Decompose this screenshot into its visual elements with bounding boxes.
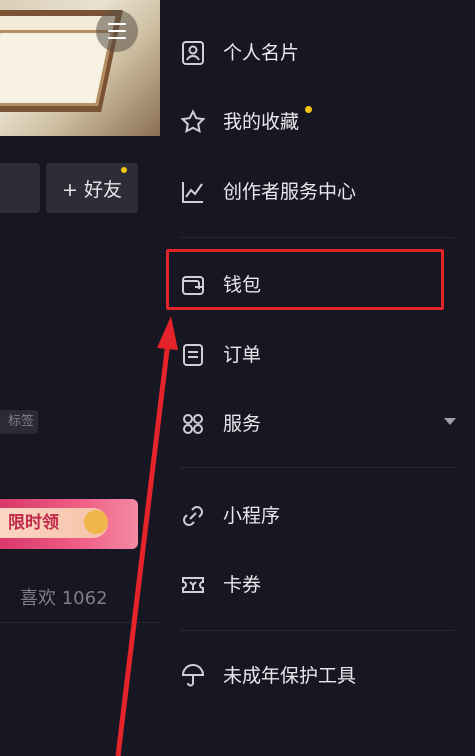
chevron-down-icon[interactable] (444, 418, 456, 425)
likes-tab[interactable]: 喜欢 1062 (20, 584, 108, 610)
side-drawer-menu: 个人名片 我的收藏 创作者服务中心 钱包 订单 服务 小程序 卡券 未成年保护工… (160, 0, 475, 756)
menu-item-label: 小程序 (223, 505, 281, 527)
star-icon (180, 109, 206, 134)
menu-item-label: 卡券 (223, 574, 262, 596)
tag-badge-label: 标签 (7, 414, 34, 429)
profile-background-panel: + 好友 标签 限时领 喜欢 1062 (0, 0, 160, 756)
divider (0, 622, 160, 623)
ticket-icon (182, 577, 204, 593)
menu-item-label: 我的收藏 (223, 111, 300, 133)
order-icon (183, 344, 203, 366)
id-card-icon (182, 41, 204, 65)
menu-item-coupons[interactable]: 卡券 (160, 557, 475, 613)
hamburger-icon (108, 23, 126, 44)
menu-item-label: 个人名片 (223, 42, 300, 64)
link-icon (183, 506, 203, 526)
tag-badge[interactable]: 标签 (0, 410, 38, 434)
divider (180, 237, 455, 238)
menu-item-creator-center[interactable]: 创作者服务中心 (160, 164, 475, 220)
wallet-highlight-box (166, 249, 444, 310)
friend-notification-dot (121, 167, 127, 173)
grid-icon (183, 414, 203, 434)
menu-item-services[interactable]: 服务 (160, 396, 475, 452)
favorites-notification-dot (305, 106, 312, 113)
edit-profile-button[interactable] (0, 163, 40, 213)
menu-item-mini-programs[interactable]: 小程序 (160, 488, 475, 544)
menu-button[interactable] (96, 10, 138, 52)
cover-lamp-inner (0, 30, 115, 106)
menu-item-label: 创作者服务中心 (223, 181, 357, 203)
chart-icon (182, 182, 203, 203)
divider (180, 467, 455, 468)
umbrella-icon (181, 664, 205, 687)
menu-item-label: 订单 (223, 344, 262, 366)
coin-icon (84, 510, 108, 534)
menu-item-label: 服务 (223, 413, 262, 435)
menu-item-profile-card[interactable]: 个人名片 (160, 25, 475, 81)
menu-item-favorites[interactable]: 我的收藏 (160, 94, 475, 150)
promo-banner[interactable]: 限时领 (0, 499, 138, 549)
menu-item-minor-protection[interactable]: 未成年保护工具 (160, 648, 475, 704)
profile-cover-image (0, 0, 160, 136)
divider (180, 630, 455, 631)
menu-item-orders[interactable]: 订单 (160, 327, 475, 383)
menu-item-label: 未成年保护工具 (223, 665, 357, 687)
